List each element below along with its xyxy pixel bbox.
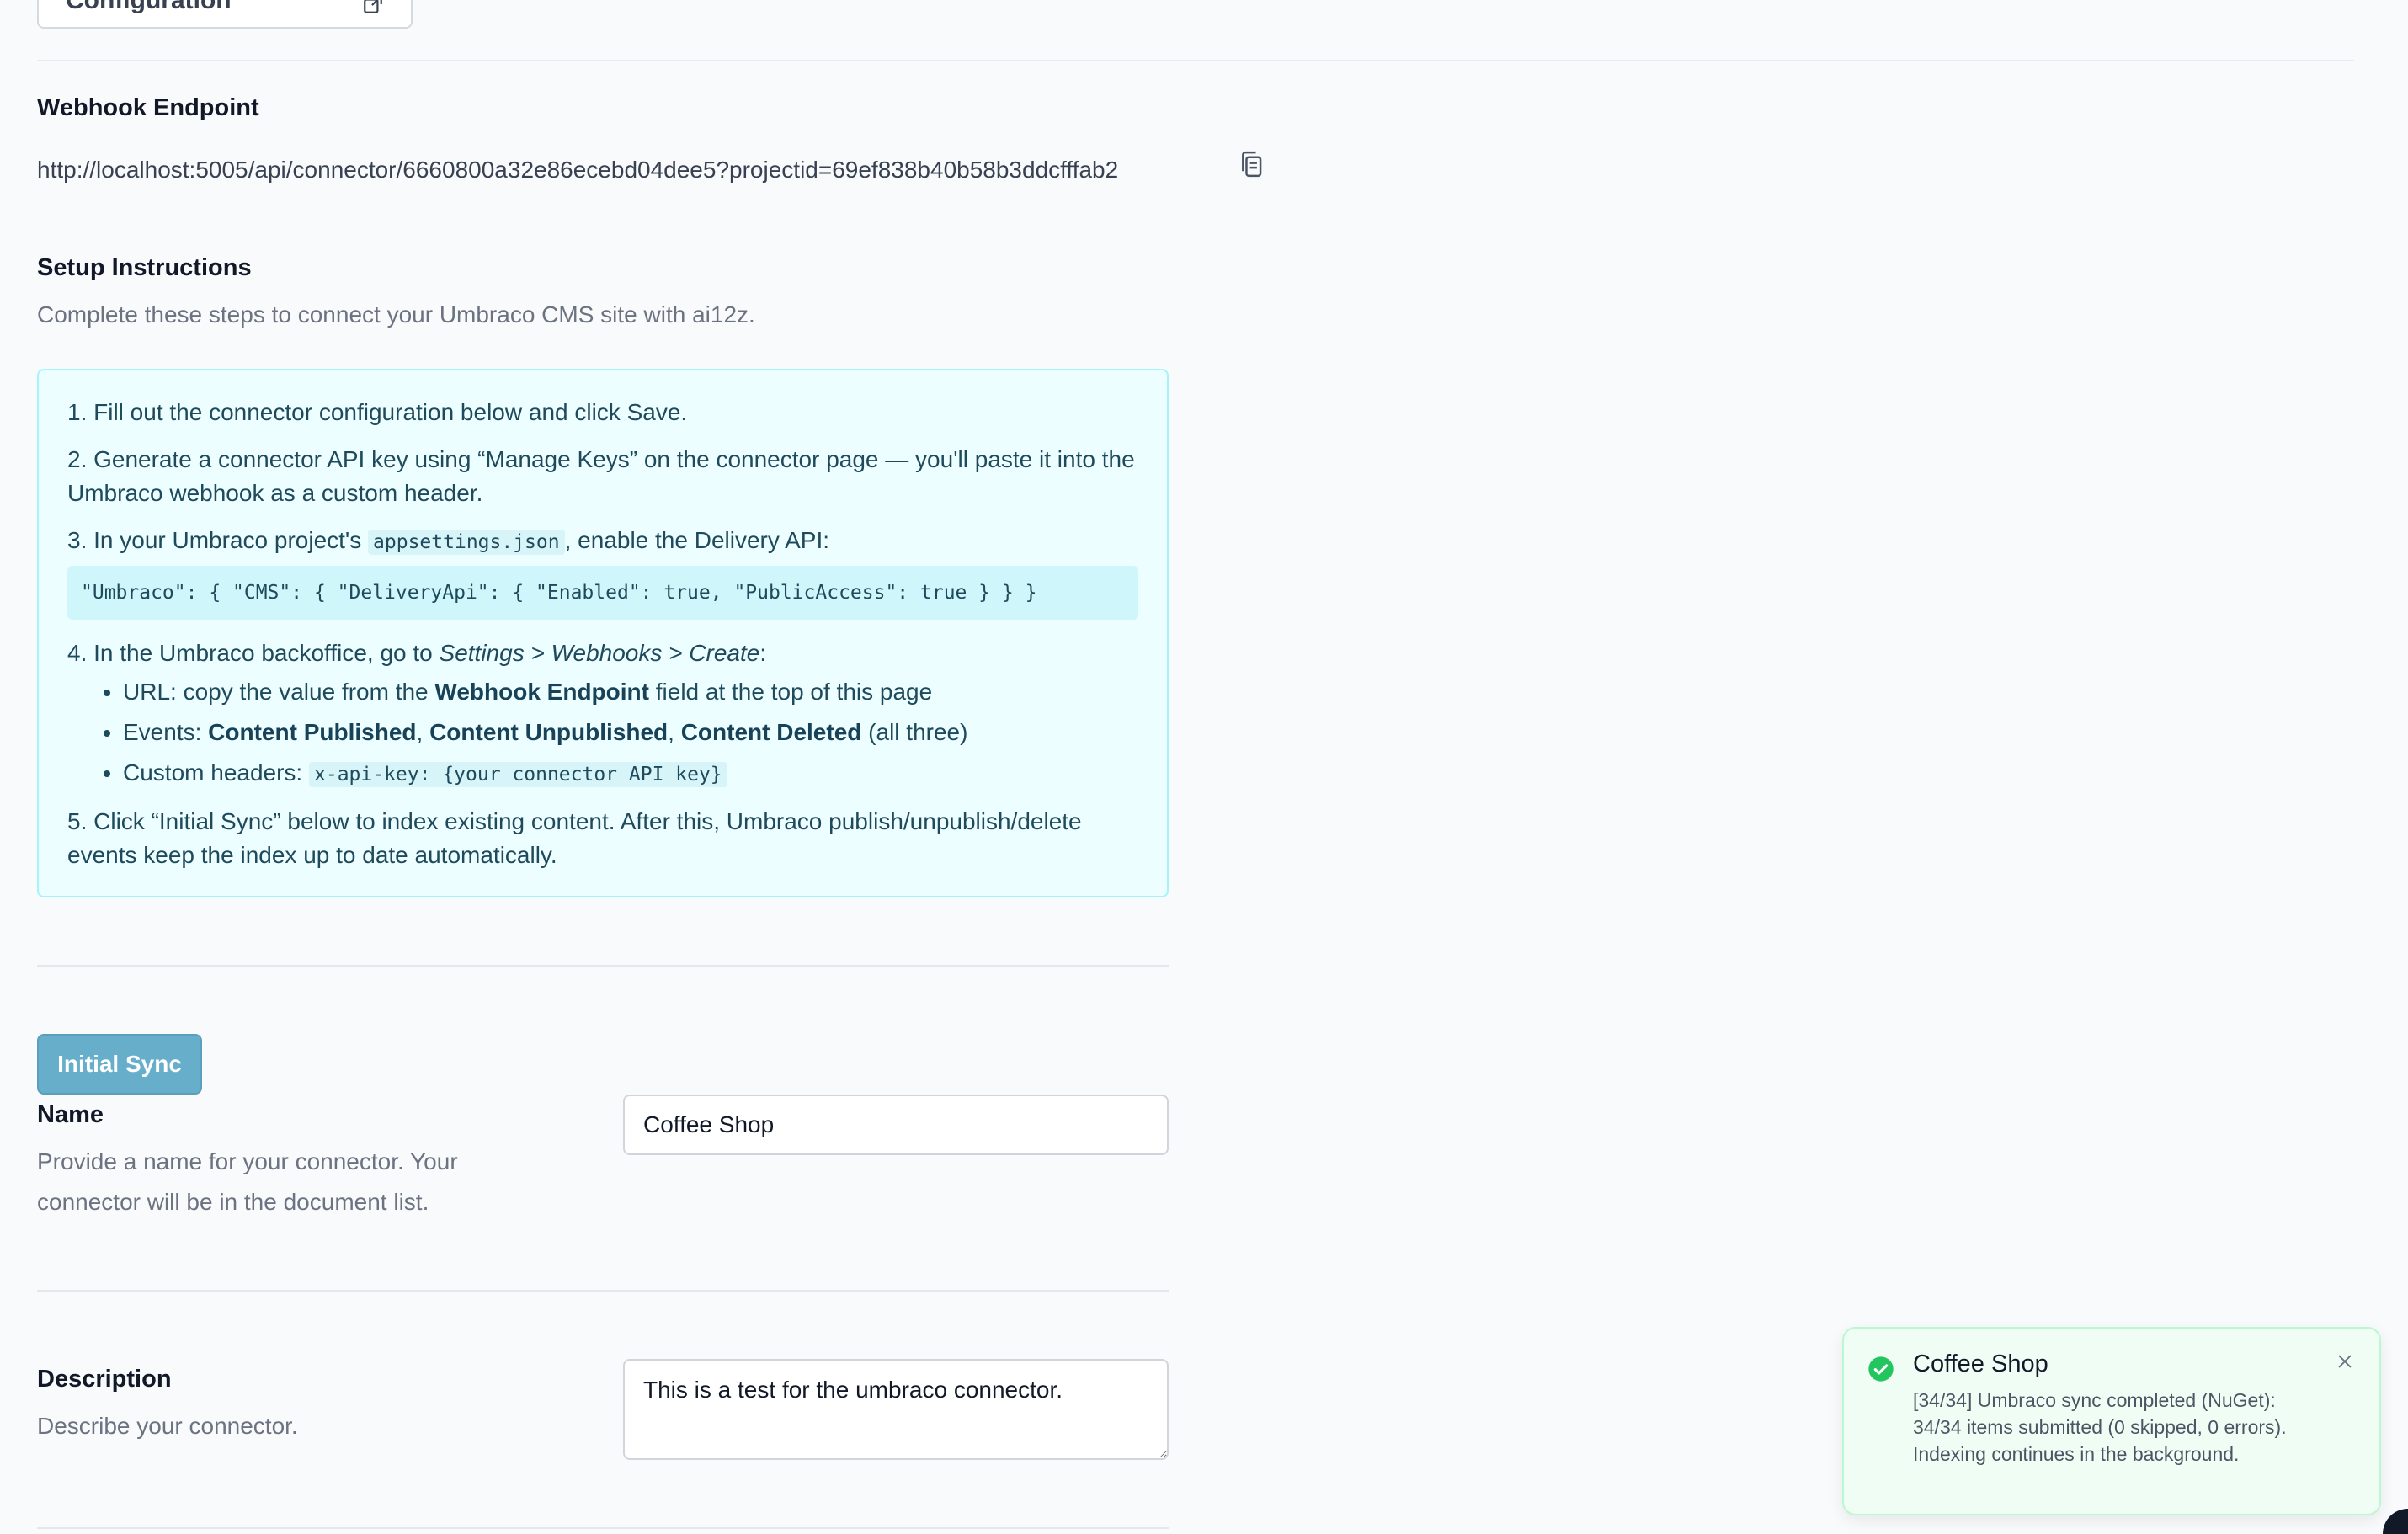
section-divider [37, 965, 1169, 967]
integration-configuration-label: Integration Configuration [66, 0, 232, 14]
event-content-deleted: Content Deleted [680, 719, 862, 745]
toast-title: Coffee Shop [1913, 1350, 2048, 1377]
external-link-icon [362, 0, 384, 15]
url-bullet-prefix: URL: copy the value from the [123, 679, 435, 705]
events-bullet-suffix: (all three) [861, 719, 968, 745]
setup-instructions-title: Setup Instructions [37, 254, 252, 281]
instruction-step-1: 1. Fill out the connector configuration … [67, 399, 688, 425]
window-corner [2383, 1509, 2408, 1534]
connector-description-textarea[interactable]: This is a test for the umbraco connector… [623, 1359, 1169, 1460]
top-divider [37, 60, 2354, 61]
step-3-prefix: 3. In your Umbraco project's [67, 527, 369, 553]
name-field-help: Provide a name for your connector. Your … [37, 1148, 458, 1215]
webhook-endpoint-reference: Webhook Endpoint [434, 679, 649, 705]
events-separator: , [416, 719, 430, 745]
webhook-settings-list: URL: copy the value from the Webhook End… [67, 675, 1138, 791]
delivery-api-code-block: "Umbraco": { "CMS": { "DeliveryApi": { "… [67, 566, 1138, 620]
webhooks-path: Settings > Webhooks > Create [439, 640, 760, 666]
integration-configuration-button[interactable]: Integration Configuration [37, 0, 413, 29]
section-divider [37, 1527, 1169, 1529]
sync-success-toast: Coffee Shop [34/34] Umbraco sync complet… [1842, 1327, 2381, 1515]
url-bullet-suffix: field at the top of this page [648, 679, 933, 705]
headers-bullet-prefix: Custom headers: [123, 759, 309, 786]
list-item-headers: Custom headers: x-api-key: {your connect… [123, 756, 1138, 791]
check-circle-icon [1867, 1356, 1894, 1382]
step-4-prefix: 4. In the Umbraco backoffice, go to [67, 640, 440, 666]
events-separator: , [668, 719, 681, 745]
toast-close-button[interactable] [2332, 1350, 2357, 1376]
section-divider [37, 1290, 1169, 1292]
appsettings-code: appsettings.json [368, 530, 565, 555]
setup-instructions-subtitle: Complete these steps to connect your Umb… [37, 301, 755, 328]
initial-sync-button[interactable]: Initial Sync [37, 1034, 202, 1095]
list-item-url: URL: copy the value from the Webhook End… [123, 675, 1138, 709]
instruction-step-5: 5. Click “Initial Sync” below to index e… [67, 808, 1082, 868]
instruction-step-4: 4. In the Umbraco backoffice, go to Sett… [67, 637, 1138, 670]
list-item-events: Events: Content Published, Content Unpub… [123, 716, 1138, 749]
events-bullet-prefix: Events: [123, 719, 209, 745]
name-field-label: Name [37, 1101, 104, 1128]
setup-instructions-panel: 1. Fill out the connector configuration … [37, 369, 1169, 897]
close-icon [2336, 1352, 2354, 1375]
instruction-step-3: 3. In your Umbraco project's appsettings… [67, 524, 1138, 559]
event-content-unpublished: Content Unpublished [429, 719, 669, 745]
description-field-help: Describe your connector. [37, 1413, 298, 1439]
step-4-suffix: : [759, 640, 767, 666]
step-3-suffix: , enable the Delivery API: [564, 527, 830, 553]
webhook-endpoint-label: Webhook Endpoint [37, 94, 259, 121]
api-key-header-code: x-api-key: {your connector API key} [309, 762, 727, 787]
toast-message: [34/34] Umbraco sync completed (NuGet): … [1913, 1389, 2287, 1465]
instruction-step-2: 2. Generate a connector API key using “M… [67, 446, 1135, 506]
webhook-endpoint-url: http://localhost:5005/api/connector/6660… [37, 157, 1119, 183]
event-content-published: Content Published [208, 719, 417, 745]
copy-endpoint-button[interactable] [1234, 148, 1268, 184]
copy-icon [1237, 149, 1265, 184]
connector-name-input[interactable] [623, 1095, 1169, 1155]
description-field-label: Description [37, 1366, 172, 1393]
